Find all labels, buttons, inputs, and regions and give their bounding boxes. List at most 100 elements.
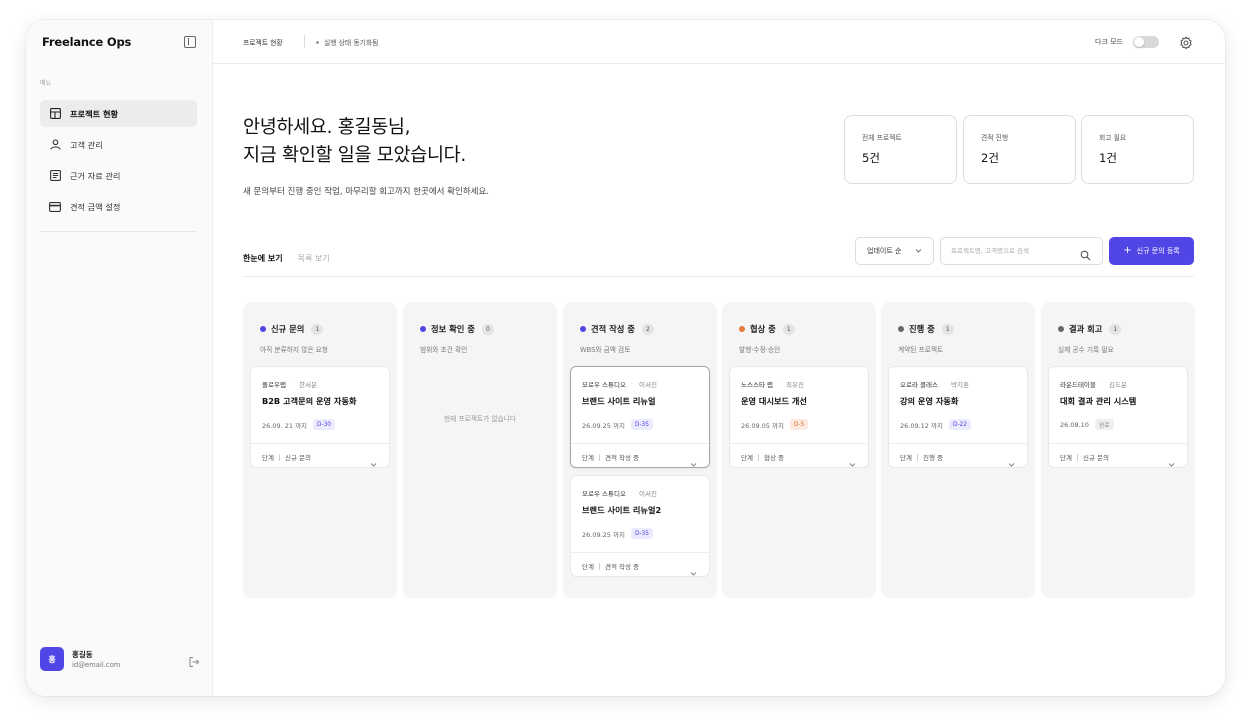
- stat-card-retro: 회고 필요 1건: [1081, 115, 1194, 184]
- greeting-line-2: 지금 확인할 일을 모았습니다.: [243, 145, 466, 166]
- card-title: 운영 대시보드 개선: [741, 396, 807, 406]
- user-profile[interactable]: 홍 홍길동 id@email.com: [40, 645, 200, 673]
- status-dot-icon: [420, 326, 426, 332]
- card-stage-label: 단계: [262, 454, 274, 462]
- sidebar: Freelance Ops 메뉴 프로젝트 현황 고객 관리 근거 자료 관리: [26, 20, 213, 696]
- card-stage-value: 신규 문의: [1082, 454, 1109, 462]
- stage-separator: [1076, 453, 1078, 461]
- card-due: 26.09.12 까지 D-22: [900, 419, 971, 430]
- board-column: 진행 중 1 계약된 프로젝트 오로라 클래스 · 박지훈 강의 운영 자동화 26.09.1…: [881, 302, 1035, 598]
- meta-separator: ·: [290, 380, 293, 388]
- card-meta: 모로우 스튜디오 · 이서진: [582, 379, 657, 389]
- card-client: 플로우랩: [262, 381, 286, 389]
- card-client: 노스스타 랩: [741, 381, 773, 389]
- board-column: 견적 작성 중 2 WBS와 금액 검토 모로우 스튜디오 · 이서진 브랜드 사이트 리뉴…: [563, 302, 717, 598]
- stat-card-quote: 견적 진행 2건: [963, 115, 1076, 184]
- sort-select[interactable]: 업데이트 순: [855, 237, 934, 265]
- sidebar-divider: [40, 231, 197, 232]
- dark-mode-toggle[interactable]: [1133, 36, 1159, 48]
- column-count-badge: 0: [481, 323, 494, 335]
- tab-list[interactable]: 목록 보기: [298, 253, 330, 264]
- card-due: 26.08.10 완료: [1060, 419, 1114, 430]
- card-divider: [571, 552, 709, 553]
- user-icon: [49, 139, 61, 151]
- brand-title: Freelance Ops: [42, 35, 132, 49]
- page-title: 안녕하세요. 홍길동님, 지금 확인할 일을 모았습니다.: [243, 114, 466, 170]
- new-inquiry-button[interactable]: + 신규 문의 등록: [1109, 237, 1194, 265]
- card-divider: [730, 443, 868, 444]
- column-header: 협상 중 1: [739, 323, 795, 335]
- project-card[interactable]: 모로우 스튜디오 · 이서진 브랜드 사이트 리뉴얼2 26.09.25 까지 D-35 단…: [570, 475, 710, 577]
- empty-state-text: 현재 프로젝트가 없습니다: [444, 415, 516, 423]
- column-description: 범위와 조건 확인: [420, 346, 468, 354]
- card-client: 모로우 스튜디오: [582, 381, 626, 389]
- sidebar-item-label: 고객 관리: [70, 139, 103, 150]
- logout-icon[interactable]: [188, 653, 200, 667]
- card-divider: [571, 443, 709, 444]
- user-info: 홍길동 id@email.com: [72, 649, 120, 670]
- card-stage-select[interactable]: 단계 견적 작성 중: [582, 561, 639, 571]
- card-meta: 오로라 클래스 · 박지훈: [900, 379, 969, 389]
- sidebar-item-project-status[interactable]: 프로젝트 현황: [40, 100, 197, 127]
- project-card[interactable]: 노스스타 랩 · 최유진 운영 대시보드 개선 26.09.05 까지 D-5 단계 협상 중: [729, 366, 869, 468]
- status-dot-icon: [739, 326, 745, 332]
- card-contact: 최유진: [786, 381, 804, 389]
- card-stage-value: 견적 작성 중: [604, 563, 640, 571]
- stat-value: 5건: [862, 151, 880, 165]
- card-due: 26.09.25 까지 D-35: [582, 419, 653, 430]
- gear-icon[interactable]: [1179, 35, 1193, 50]
- new-inquiry-label: 신규 문의 등록: [1136, 247, 1180, 255]
- card-stage-select[interactable]: 단계 협상 중: [741, 452, 784, 462]
- sidebar-item-label: 근거 자료 관리: [70, 170, 121, 181]
- status-dot-icon: [580, 326, 586, 332]
- stage-separator: [598, 453, 600, 461]
- sidebar-item-evidence[interactable]: 근거 자료 관리: [40, 162, 197, 189]
- chevron-down-icon[interactable]: [1168, 453, 1175, 467]
- column-count-badge: 1: [311, 323, 324, 335]
- status-dot-icon: [316, 40, 319, 44]
- card-due-date: 26.09.12 까지: [900, 421, 943, 430]
- card-divider: [889, 443, 1027, 444]
- card-due: 26.09. 21 까지 D-30: [262, 419, 335, 430]
- sidebar-item-quote-settings[interactable]: 견적 금액 설정: [40, 193, 197, 220]
- chevron-down-icon: [915, 248, 922, 254]
- dday-badge: D-35: [630, 528, 653, 539]
- column-description: 계약된 프로젝트: [898, 346, 944, 354]
- app-window: Freelance Ops 메뉴 프로젝트 현황 고객 관리 근거 자료 관리: [26, 20, 1225, 696]
- chevron-down-icon[interactable]: [690, 453, 697, 467]
- view-tabs: 한눈에 보기 목록 보기: [243, 253, 345, 264]
- chevron-down-icon[interactable]: [370, 453, 377, 467]
- meta-separator: ·: [777, 380, 781, 388]
- column-description: 실제 공수 기록 필요: [1058, 346, 1114, 354]
- tab-overview[interactable]: 한눈에 보기: [243, 253, 283, 264]
- card-stage-select[interactable]: 단계 진행 중: [900, 452, 943, 462]
- search-box: [940, 237, 1103, 265]
- card-stage-select[interactable]: 단계 신규 문의: [262, 452, 311, 462]
- sidebar-item-clients[interactable]: 고객 관리: [40, 131, 197, 158]
- column-count-badge: 1: [782, 323, 795, 335]
- project-card[interactable]: 플로우랩 · 한서윤 B2B 고객문의 운영 자동화 26.09. 21 까지 D-30 단…: [250, 366, 390, 468]
- stat-card-total: 전체 프로젝트 5건: [844, 115, 957, 184]
- search-icon[interactable]: [1080, 246, 1091, 261]
- chevron-down-icon[interactable]: [1008, 453, 1015, 467]
- card-stage-select[interactable]: 단계 신규 문의: [1060, 452, 1109, 462]
- project-card[interactable]: 모로우 스튜디오 · 이서진 브랜드 사이트 리뉴얼 26.09.25 까지 D-35 단계…: [570, 366, 710, 468]
- stat-value: 1건: [1099, 151, 1117, 165]
- meta-separator: ·: [630, 380, 634, 388]
- chevron-down-icon[interactable]: [849, 453, 856, 467]
- sidebar-collapse-icon[interactable]: [184, 36, 196, 48]
- column-title: 신규 문의: [271, 324, 305, 334]
- chevron-down-icon[interactable]: [690, 562, 697, 576]
- status-dot-icon: [898, 326, 904, 332]
- column-title: 결과 회고: [1069, 324, 1103, 334]
- card-stage-select[interactable]: 단계 견적 작성 중: [582, 452, 639, 462]
- greeting-line-1: 안녕하세요. 홍길동님,: [243, 117, 411, 138]
- project-card[interactable]: 오로라 클래스 · 박지훈 강의 운영 자동화 26.09.12 까지 D-22 단계 진행 …: [888, 366, 1028, 468]
- card-title: 대회 결과 관리 시스템: [1060, 396, 1137, 406]
- card-stage-label: 단계: [582, 563, 594, 571]
- stage-separator: [278, 453, 280, 461]
- column-count-badge: 2: [641, 323, 654, 335]
- search-input[interactable]: [951, 247, 1076, 255]
- topbar-title: 프로젝트 현황: [243, 39, 283, 47]
- project-card[interactable]: 라운드테이블 · 김도윤 대회 결과 관리 시스템 26.08.10 완료 단계 신규 문의: [1048, 366, 1188, 468]
